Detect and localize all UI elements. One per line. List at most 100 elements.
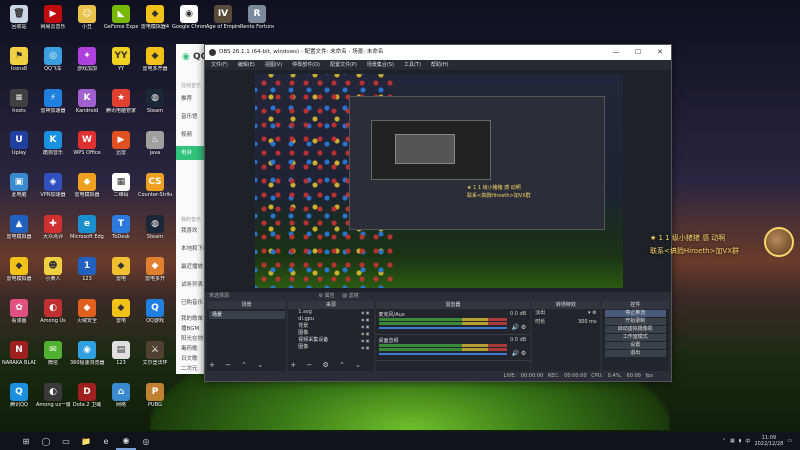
desktop-icon[interactable]: ◆ 雷电模拟器: [2, 256, 36, 292]
filters-button[interactable]: ▨ 滤镜: [342, 293, 358, 299]
desktop-icon[interactable]: ✦ 游戏加加: [70, 46, 104, 82]
close-button[interactable]: ✕: [649, 45, 671, 60]
obs-button[interactable]: ◉: [116, 432, 136, 450]
obs-menu-item[interactable]: 文件(F): [211, 60, 228, 70]
desktop-icon[interactable]: ◆ 雷电多开: [138, 256, 172, 292]
obs-menu-item[interactable]: 编辑(E): [238, 60, 255, 70]
scene-item[interactable]: 场景: [209, 311, 285, 319]
desktop-icon[interactable]: ▦ 二维码: [104, 172, 138, 208]
edge-button[interactable]: e: [96, 432, 116, 450]
desktop-icon[interactable]: ◆ 雷电: [104, 256, 138, 292]
desktop-icon[interactable]: ▲ 雷电模拟器: [2, 214, 36, 250]
desktop-icon[interactable]: ✿ 看漫画: [2, 298, 36, 334]
desktop-icon[interactable]: T ToDesk: [104, 214, 138, 250]
scenes-dock-footer[interactable]: + − ⌃ ⌄: [209, 361, 267, 369]
desktop-icon[interactable]: ⌂ 网络: [104, 382, 138, 418]
desktop-icon[interactable]: ≡ hosts: [2, 88, 36, 124]
start-button[interactable]: ⊞: [16, 432, 36, 450]
desktop-icon[interactable]: U Uplay: [2, 130, 36, 166]
desktop-icon[interactable]: ◣GeForce Experience: [104, 4, 138, 40]
desktop-icon[interactable]: CS Counter-Strike: [138, 172, 172, 208]
desktop-icon[interactable]: IVAge of Empires IV: [206, 4, 240, 40]
desktop-icon[interactable]: ◐ Among Us: [36, 298, 70, 334]
sources-dock-footer[interactable]: + − ⚙ ⌃ ⌄: [290, 361, 365, 369]
source-item[interactable]: 图像: [288, 344, 373, 351]
desktop-icon[interactable]: NNARAKA BLADEPOI...: [2, 340, 36, 376]
obs-menu-item[interactable]: 场景集合(S): [367, 60, 394, 70]
task-view-button[interactable]: ▭: [56, 432, 76, 450]
maximize-button[interactable]: ☐: [627, 45, 649, 60]
desktop-icon[interactable]: ◆ 雷电: [104, 298, 138, 334]
desktop-icon[interactable]: ☺ 小丑: [70, 4, 104, 40]
network-icon[interactable]: ▦: [730, 438, 735, 444]
desktop-icon[interactable]: ◆ 雷电模拟器: [70, 172, 104, 208]
desktop-icon[interactable]: ▶ 网易云音乐: [36, 4, 70, 40]
desktop-icon[interactable]: ◐Among us一键汉化: [36, 382, 70, 418]
desktop-icon[interactable]: ◉Google Chrome: [172, 4, 206, 40]
obs-window[interactable]: OBS 26.1.1 (64-bit, windows) - 配置文件: 未命名…: [204, 44, 672, 382]
desktop-icon[interactable]: e Microsoft Edge: [70, 214, 104, 250]
properties-button[interactable]: ⚙ 属性: [319, 293, 335, 299]
control-button[interactable]: 退出: [604, 350, 666, 357]
desktop-icon[interactable]: ⚡ 雷神加速器: [36, 88, 70, 124]
input-language[interactable]: 中: [745, 438, 750, 445]
desktop-icon[interactable]: P PUBG: [138, 382, 172, 418]
desktop-icon[interactable]: ◍ Steam: [138, 214, 172, 250]
obs-preview-area[interactable]: ★ 1 1 级小猪猪 感 动啊 联系<搞戮Hiroeth>加VX群: [205, 70, 671, 292]
obs-titlebar[interactable]: OBS 26.1.1 (64-bit, windows) - 配置文件: 未命名…: [205, 45, 671, 60]
desktop-icon[interactable]: ◆ 雷电多开器: [138, 46, 172, 82]
minimize-button[interactable]: —: [605, 45, 627, 60]
desktop-icon[interactable]: ◆ 雷电模拟器4: [138, 4, 172, 40]
transition-duration[interactable]: 时长 300 ms: [532, 318, 599, 327]
desktop-icon[interactable]: ▣ 此电脑: [2, 172, 36, 208]
obs-menu-item[interactable]: 工具(T): [404, 60, 421, 70]
desktop-icon[interactable]: ◎ QQ飞车: [36, 46, 70, 82]
desktop-icon[interactable]: ▶ 迅雷: [104, 130, 138, 166]
obs-menu-item[interactable]: 停靠部件(D): [292, 60, 320, 70]
desktop-icon[interactable]: Q 腾讯QQ: [2, 382, 36, 418]
tray-arrow-icon[interactable]: ⌃: [722, 438, 726, 444]
control-button[interactable]: 工作室模式: [604, 334, 666, 341]
notification-icon[interactable]: ▭: [787, 438, 792, 444]
desktop-icon[interactable]: ✉ 微信: [36, 340, 70, 376]
source-item[interactable]: 视频采集设备: [288, 337, 373, 344]
search-button[interactable]: ◯: [36, 432, 56, 450]
desktop-icon[interactable]: ▤ 123: [104, 340, 138, 376]
obs-menu-item[interactable]: 视图(V): [265, 60, 282, 70]
desktop-icon[interactable]: 🗑 回收站: [2, 4, 36, 40]
desktop-icon[interactable]: ♨ java: [138, 130, 172, 166]
obs-menu-item[interactable]: 帮助(H): [431, 60, 449, 70]
desktop-icon[interactable]: ✚ 大众点评: [36, 214, 70, 250]
source-item[interactable]: 背景: [288, 323, 373, 330]
chrome-button[interactable]: ◎: [136, 432, 156, 450]
volume-slider[interactable]: [378, 353, 507, 355]
source-item[interactable]: 1.svg: [288, 309, 373, 316]
source-item[interactable]: di.gpu: [288, 316, 373, 323]
control-button[interactable]: 启动虚拟摄像机: [604, 326, 666, 333]
explorer-button[interactable]: 📁: [76, 432, 96, 450]
desktop-icon[interactable]: RRento Fortune -...: [240, 4, 274, 40]
desktop-icon[interactable]: ◆ 火绒安全: [70, 298, 104, 334]
desktop-icon[interactable]: D Dota 2 卫域: [70, 382, 104, 418]
transition-type-select[interactable]: 淡出 ▾ ⚙: [532, 309, 599, 318]
desktop-icon[interactable]: ⚑ Icons8: [2, 46, 36, 82]
obs-preview-canvas[interactable]: ★ 1 1 级小猪猪 感 动啊 联系<搞戮Hiroeth>加VX群: [255, 74, 623, 288]
desktop-icon[interactable]: K 酷狗音乐: [36, 130, 70, 166]
desktop-icon[interactable]: ◈ VPN加速器: [36, 172, 70, 208]
volume-slider[interactable]: [378, 327, 507, 329]
system-clock[interactable]: 11:09 2022/12/28: [754, 435, 783, 447]
desktop-icon[interactable]: ⚔ 艾尔登法环: [138, 340, 172, 376]
desktop-icon[interactable]: ◍ Steam: [138, 88, 172, 124]
desktop-icon[interactable]: Q QQ游戏: [138, 298, 172, 334]
mute-and-settings-icons[interactable]: 🔊 ⚙: [512, 324, 527, 331]
control-button[interactable]: 设置: [604, 342, 666, 349]
control-button[interactable]: 停止推流: [604, 310, 666, 317]
desktop-icon[interactable]: YY YY: [104, 46, 138, 82]
desktop-icon[interactable]: ◉ 360极速浏览器: [70, 340, 104, 376]
desktop-icon[interactable]: ☻ 小黄人: [36, 256, 70, 292]
volume-icon[interactable]: ◖: [739, 438, 742, 444]
desktop-icon[interactable]: W WPS Office: [70, 130, 104, 166]
desktop-icon[interactable]: ★ 腾讯电脑管家: [104, 88, 138, 124]
mute-and-settings-icons[interactable]: 🔊 ⚙: [512, 350, 527, 357]
obs-menu-item[interactable]: 配置文件(P): [330, 60, 357, 70]
